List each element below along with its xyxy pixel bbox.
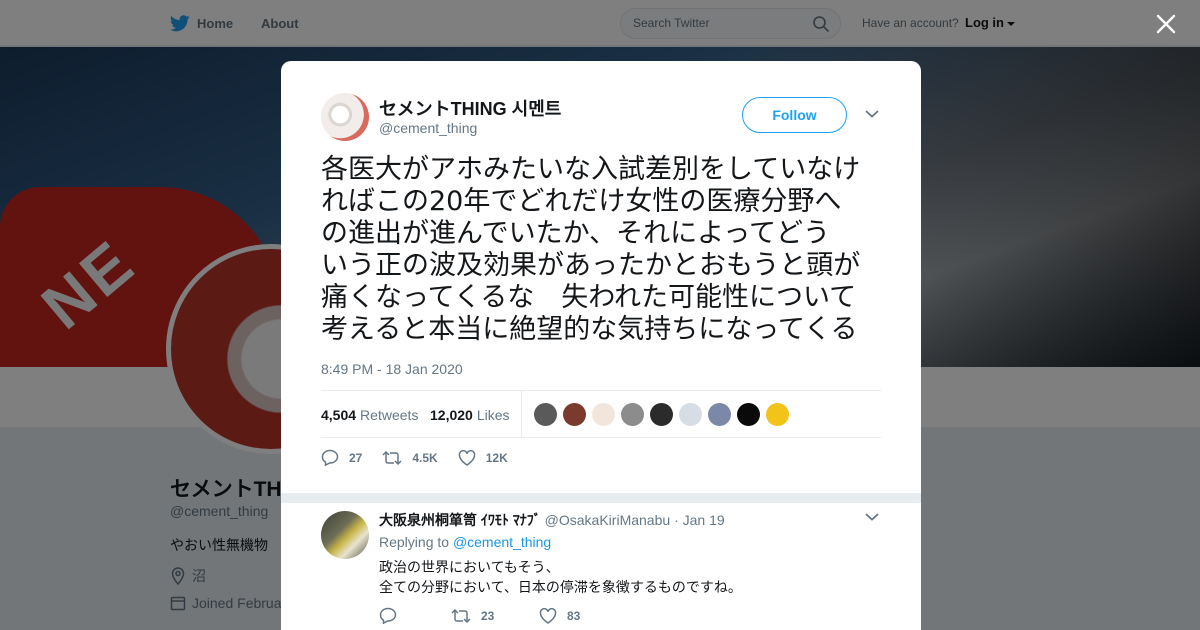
reply-header: 大阪泉州桐箪笥 ｲﾜﾓﾄ ﾏﾅﾌﾞ @OsakaKiriManabu · Jan… [379, 510, 725, 530]
tweet-text-line: の進出が進んでいたか、それによってどう [321, 218, 830, 249]
reply-author-name[interactable]: 大阪泉州桐箪笥 ｲﾜﾓﾄ ﾏﾅﾌﾞ [379, 512, 541, 528]
tweet-text-line: 各医大がアホみたいな入試差別をしていなけ [321, 154, 861, 185]
retweet-icon [451, 608, 471, 623]
tweet-text: 各医大がアホみたいな入試差別をしていなけ ればこの20年でどれだけ女性の医療分野… [321, 154, 886, 346]
liker-avatar[interactable] [679, 403, 702, 426]
tweet-timestamp[interactable]: 8:49 PM - 18 Jan 2020 [321, 361, 463, 377]
tweet-text-line: いう正の波及効果があったかとおもうと頭が [321, 250, 861, 281]
liker-avatar[interactable] [737, 403, 760, 426]
liker-avatar[interactable] [592, 403, 615, 426]
tweet-text-line: 痛くなってくるな 失われた可能性について [321, 282, 857, 313]
author-avatar[interactable] [321, 93, 369, 141]
reply-retweet-button[interactable]: 23 [451, 607, 539, 624]
tweet-modal: セメントTHING 시멘트 @cement_thing Follow 各医大がア… [281, 61, 921, 630]
replying-to: Replying to @cement_thing [379, 534, 551, 550]
tweet-text-line: 考えると本当に絶望的な気持ちになってくる [321, 314, 858, 345]
likes-count: 12,020 [430, 407, 473, 423]
liker-avatar[interactable] [621, 403, 644, 426]
retweets-label: Retweets [360, 407, 419, 423]
like-button[interactable]: 12K [458, 449, 508, 466]
reply-separator: · [674, 512, 679, 528]
reply-text: 政治の世界においてもそう、 全ての分野において、日本の停滞を象徴するものですね。 [379, 557, 742, 597]
retweet-button[interactable]: 4.5K [382, 450, 438, 466]
reply-reply-button[interactable] [379, 607, 451, 624]
liker-avatar[interactable] [534, 403, 557, 426]
thread-separator [281, 493, 921, 503]
replying-to-link[interactable]: @cement_thing [453, 534, 551, 550]
reply-date[interactable]: Jan 19 [683, 512, 725, 528]
tweet-text-line: ればこの20年でどれだけ女性の医療分野へ [321, 186, 842, 217]
like-count: 12K [485, 450, 508, 465]
reply-author-avatar[interactable] [321, 511, 369, 559]
liker-avatar[interactable] [708, 403, 731, 426]
likes-label: Likes [476, 407, 510, 423]
reply-author-handle[interactable]: @OsakaKiriManabu [545, 512, 671, 528]
likes-stat[interactable]: 12,020 Likes [430, 407, 510, 423]
retweets-count: 4,504 [321, 407, 357, 423]
chevron-down-icon[interactable] [865, 109, 879, 119]
liker-avatar[interactable] [563, 403, 586, 426]
reply-text-line: 政治の世界においてもそう、 [379, 559, 560, 575]
stats-divider [521, 391, 522, 438]
close-icon[interactable] [1154, 12, 1178, 36]
reply-icon [379, 607, 397, 624]
liker-avatar[interactable] [766, 403, 789, 426]
liker-avatars [534, 403, 789, 426]
tweet-actions: 27 4.5K 12K [321, 449, 528, 466]
replying-to-prefix: Replying to [379, 534, 450, 550]
reply-actions: 23 83 [379, 607, 580, 624]
heart-icon [539, 607, 557, 624]
follow-button[interactable]: Follow [742, 97, 847, 133]
reply-retweet-count: 23 [481, 608, 495, 623]
author-name[interactable]: セメントTHING 시멘트 [379, 95, 561, 121]
heart-icon [458, 449, 475, 466]
reply-like-count: 83 [567, 608, 581, 623]
chevron-down-icon[interactable] [865, 512, 879, 522]
retweet-count: 4.5K [412, 450, 438, 465]
reply-button[interactable]: 27 [321, 449, 362, 466]
reply-text-line: 全ての分野において、日本の停滞を象徴するものですね。 [379, 579, 742, 595]
reply-icon [321, 449, 339, 466]
reply-count: 27 [349, 450, 363, 465]
retweet-icon [382, 450, 402, 465]
tweet-stats: 4,504 Retweets 12,020 Likes [321, 390, 881, 438]
reply-like-button[interactable]: 83 [539, 607, 580, 624]
author-handle[interactable]: @cement_thing [379, 120, 477, 136]
liker-avatar[interactable] [650, 403, 673, 426]
retweets-stat[interactable]: 4,504 Retweets [321, 407, 418, 423]
